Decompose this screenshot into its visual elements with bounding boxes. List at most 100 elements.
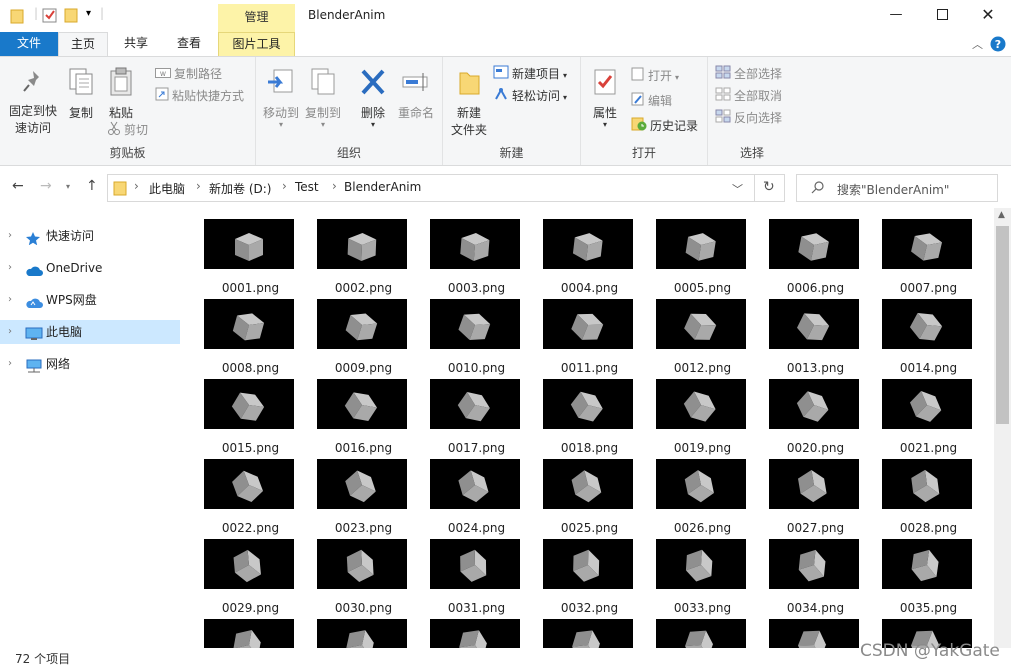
maximize-icon[interactable] <box>919 0 965 30</box>
tab-file[interactable]: 文件 <box>0 32 58 56</box>
close-icon[interactable]: ✕ <box>965 0 1011 30</box>
move-to-button[interactable]: 移动到 ▾ <box>260 67 302 129</box>
file-item[interactable]: 0031.png <box>420 536 533 616</box>
open-button[interactable]: 打开 ▾ <box>631 67 679 87</box>
file-item[interactable]: 0006.png <box>759 216 872 296</box>
up-arrow-icon[interactable]: ↑ <box>86 178 98 194</box>
delete-button[interactable]: 删除 ▾ <box>352 67 394 129</box>
scroll-up-icon[interactable]: ▲ <box>998 210 1005 220</box>
file-item[interactable]: 0022.png <box>194 456 307 536</box>
customize-toolbar-icon[interactable]: ▾ <box>86 8 91 19</box>
pin-quick-access-button[interactable]: 固定到快 速访问 <box>4 69 62 137</box>
copy-to-button[interactable]: 复制到 ▾ <box>302 67 344 129</box>
file-item[interactable]: 0026.png <box>646 456 759 536</box>
search-input[interactable]: 搜索"BlenderAnim" <box>837 181 949 198</box>
file-item[interactable]: 0003.png <box>420 216 533 296</box>
back-arrow-icon[interactable]: ← <box>12 178 24 194</box>
file-item[interactable]: 0015.png <box>194 376 307 456</box>
help-icon[interactable]: ? <box>990 36 1006 55</box>
paste-button[interactable]: 粘贴 <box>102 67 140 122</box>
new-item-button[interactable]: 新建项目 ▾ <box>493 65 567 85</box>
file-item[interactable]: 0034.png <box>759 536 872 616</box>
file-item[interactable]: 0035.png <box>872 536 985 616</box>
breadcrumb-item[interactable]: 新加卷 (D:) <box>209 180 271 197</box>
file-item[interactable]: 0027.png <box>759 456 872 536</box>
breadcrumb-item[interactable]: Test <box>295 180 319 194</box>
file-item[interactable]: 0013.png <box>759 296 872 376</box>
paste-shortcut-button[interactable]: 粘贴快捷方式 <box>155 87 244 106</box>
rename-button[interactable]: 重命名 <box>394 67 438 122</box>
tab-view[interactable]: 查看 <box>164 32 214 56</box>
forward-arrow-icon[interactable]: → <box>40 178 52 194</box>
expand-chevron-icon[interactable]: › <box>8 224 12 248</box>
file-item[interactable]: 0014.png <box>872 296 985 376</box>
file-item[interactable] <box>307 616 420 648</box>
expand-chevron-icon[interactable]: › <box>8 352 12 376</box>
select-all-button[interactable]: 全部选择 <box>715 65 782 84</box>
file-item[interactable]: 0012.png <box>646 296 759 376</box>
address-dropdown-icon[interactable]: ﹀ <box>732 181 743 197</box>
file-item[interactable]: 0010.png <box>420 296 533 376</box>
file-item[interactable] <box>759 616 872 648</box>
file-item[interactable]: 0009.png <box>307 296 420 376</box>
tab-picture-tools[interactable]: 图片工具 <box>218 32 295 57</box>
file-item[interactable] <box>194 616 307 648</box>
file-item[interactable]: 0033.png <box>646 536 759 616</box>
file-item[interactable]: 0018.png <box>533 376 646 456</box>
breadcrumb-item[interactable]: BlenderAnim <box>344 180 421 194</box>
sidebar-item-this-pc[interactable]: › 此电脑 <box>0 320 180 344</box>
file-item[interactable]: 0004.png <box>533 216 646 296</box>
file-item[interactable]: 0017.png <box>420 376 533 456</box>
expand-chevron-icon[interactable]: › <box>8 288 12 312</box>
cut-button[interactable]: 剪切 <box>107 121 148 140</box>
sidebar-item-quick-access[interactable]: › 快速访问 <box>0 224 180 248</box>
breadcrumb-item[interactable]: 此电脑 <box>149 180 185 197</box>
file-item[interactable]: 0025.png <box>533 456 646 536</box>
select-none-button[interactable]: 全部取消 <box>715 87 782 106</box>
sidebar-item-wps[interactable]: › WPS网盘 <box>0 288 180 312</box>
history-button[interactable]: 历史记录 <box>631 117 698 136</box>
recent-locations-icon[interactable]: ▾ <box>66 182 70 191</box>
file-item[interactable]: 0007.png <box>872 216 985 296</box>
file-item[interactable]: 0005.png <box>646 216 759 296</box>
file-item[interactable]: 0019.png <box>646 376 759 456</box>
file-item[interactable]: 0021.png <box>872 376 985 456</box>
file-item[interactable] <box>533 616 646 648</box>
tab-share[interactable]: 共享 <box>112 32 160 56</box>
new-folder-button[interactable]: 新建 文件夹 <box>447 67 491 139</box>
properties-button[interactable]: 属性 ▾ <box>585 67 625 129</box>
file-item[interactable]: 0030.png <box>307 536 420 616</box>
file-item[interactable]: 0032.png <box>533 536 646 616</box>
collapse-ribbon-icon[interactable]: ︿ <box>972 36 983 52</box>
file-item[interactable] <box>420 616 533 648</box>
file-item[interactable]: 0020.png <box>759 376 872 456</box>
tab-home[interactable]: 主页 <box>58 32 108 57</box>
minimize-icon[interactable]: — <box>873 0 919 30</box>
invert-selection-button[interactable]: 反向选择 <box>715 109 782 128</box>
new-folder-quick-icon[interactable] <box>64 7 80 26</box>
file-item[interactable]: 0024.png <box>420 456 533 536</box>
file-item[interactable]: 0023.png <box>307 456 420 536</box>
refresh-icon[interactable]: ↻ <box>763 179 775 195</box>
edit-button[interactable]: 编辑 <box>631 92 672 111</box>
file-item[interactable]: 0029.png <box>194 536 307 616</box>
file-item[interactable]: 0002.png <box>307 216 420 296</box>
properties-quick-icon[interactable] <box>42 7 58 26</box>
file-item[interactable]: 0011.png <box>533 296 646 376</box>
expand-chevron-icon[interactable]: › <box>8 320 12 344</box>
sidebar-item-network[interactable]: › 网络 <box>0 352 180 376</box>
scrollbar-thumb[interactable] <box>996 226 1009 424</box>
file-item[interactable]: 0028.png <box>872 456 985 536</box>
file-item[interactable] <box>646 616 759 648</box>
copy-button[interactable]: 复制 <box>62 67 100 122</box>
expand-chevron-icon[interactable]: › <box>8 256 12 280</box>
search-box[interactable]: 搜索"BlenderAnim" <box>796 174 998 202</box>
file-item[interactable]: 0016.png <box>307 376 420 456</box>
easy-access-button[interactable]: 轻松访问 ▾ <box>493 87 567 107</box>
sidebar-item-onedrive[interactable]: › OneDrive <box>0 256 180 280</box>
vertical-scrollbar[interactable]: ▲ <box>994 208 1011 648</box>
file-item[interactable]: 0001.png <box>194 216 307 296</box>
address-bar[interactable]: › 此电脑 › 新加卷 (D:) › Test › BlenderAnim ﹀ … <box>107 174 785 202</box>
file-item[interactable]: 0008.png <box>194 296 307 376</box>
copy-path-button[interactable]: W 复制路径 <box>155 65 222 84</box>
